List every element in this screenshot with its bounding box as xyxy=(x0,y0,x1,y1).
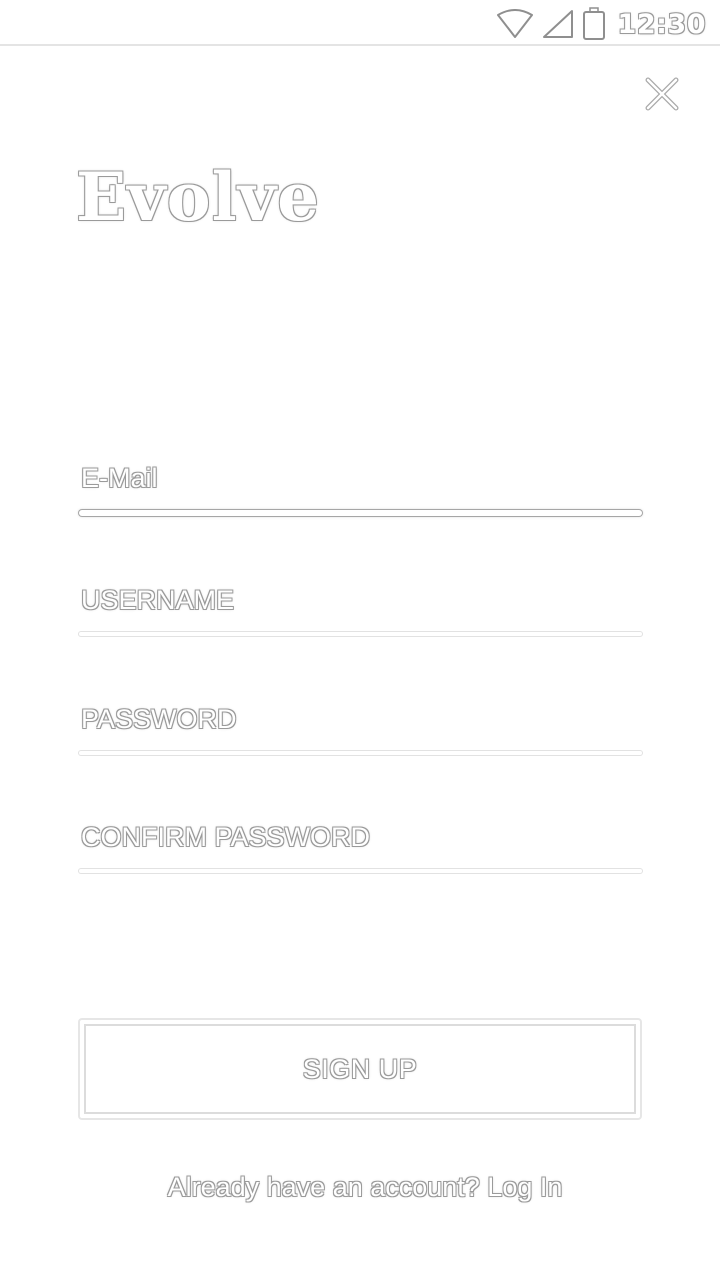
sign-up-button[interactable]: SIGN UP xyxy=(78,1018,642,1120)
confirm-password-field[interactable] xyxy=(79,815,642,859)
cell-signal-icon xyxy=(542,9,574,39)
confirm-password-field-container xyxy=(79,815,642,873)
status-icons: 12:30 xyxy=(496,6,706,42)
username-field-underline xyxy=(79,632,642,636)
close-icon xyxy=(645,77,679,111)
password-field-underline xyxy=(79,751,642,755)
confirm-password-field-underline xyxy=(79,869,642,873)
login-link[interactable]: Already have an account? Log In xyxy=(0,1172,720,1203)
password-field-container xyxy=(79,697,642,755)
status-time: 12:30 xyxy=(617,8,706,40)
username-field-container xyxy=(79,578,642,636)
wifi-icon xyxy=(496,9,534,39)
email-field-container xyxy=(79,456,642,516)
password-field[interactable] xyxy=(79,697,642,741)
sign-up-button-label: SIGN UP xyxy=(84,1024,636,1114)
close-button[interactable] xyxy=(642,74,682,114)
app-logo: Evolve xyxy=(76,158,321,236)
email-field[interactable] xyxy=(79,456,642,500)
username-field[interactable] xyxy=(79,578,642,622)
email-field-underline xyxy=(79,510,642,516)
status-bar: 12:30 xyxy=(0,0,720,46)
battery-icon xyxy=(582,7,606,41)
